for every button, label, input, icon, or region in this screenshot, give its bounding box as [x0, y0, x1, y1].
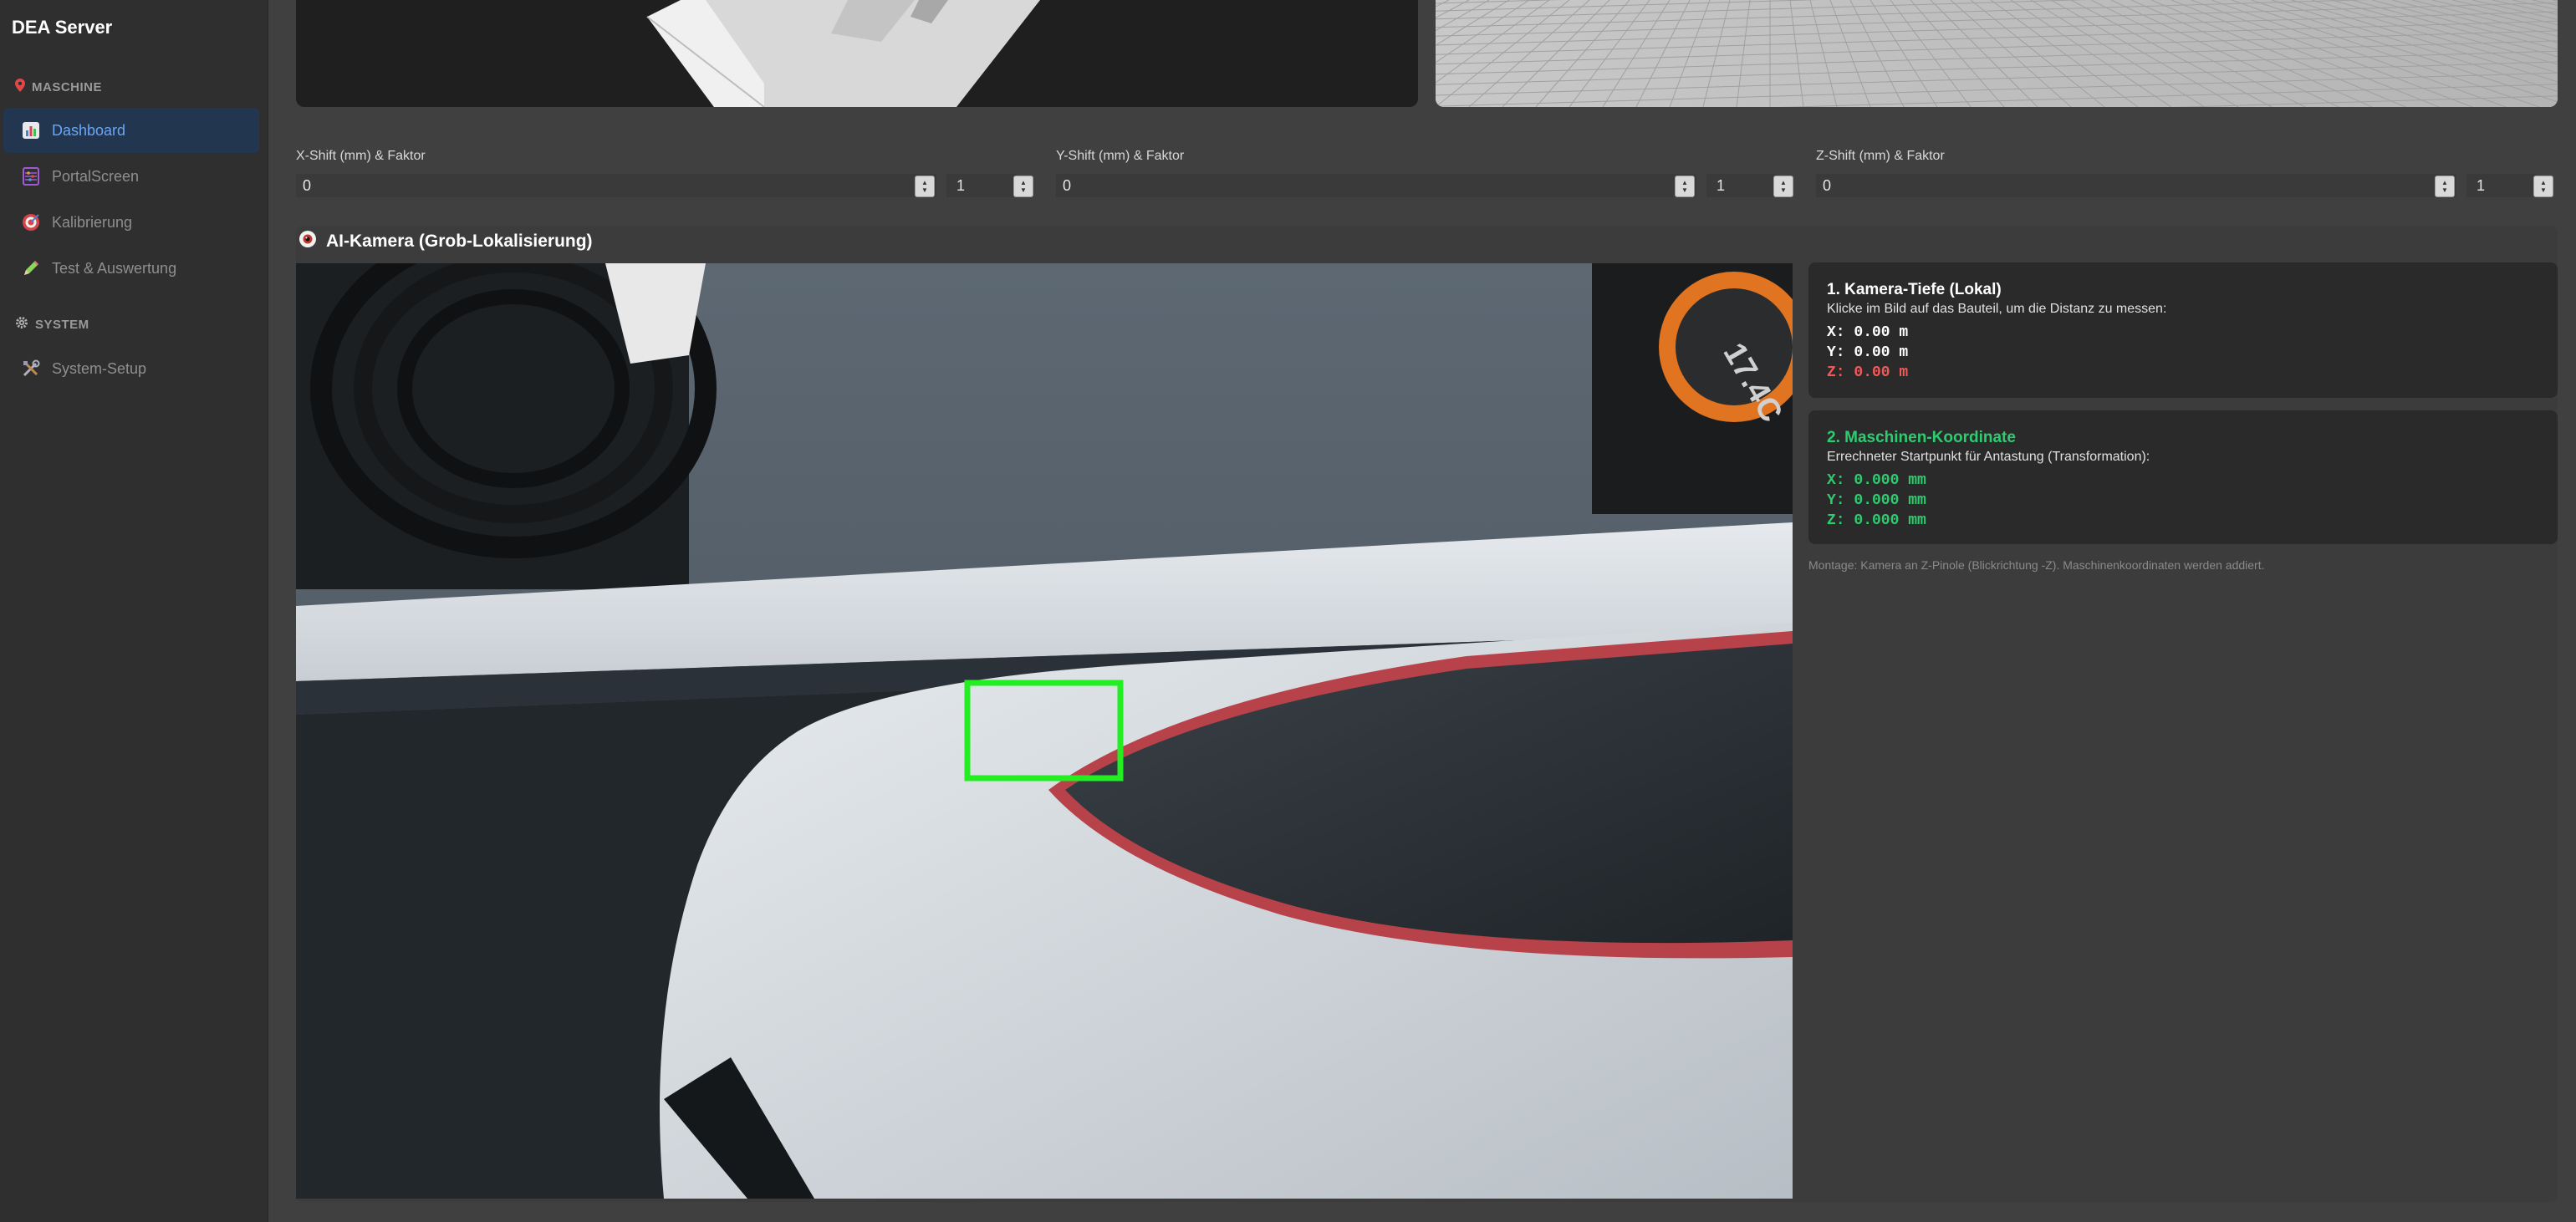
sidebar-item-label: Kalibrierung [52, 213, 133, 231]
tools-icon [22, 359, 40, 378]
camera-title: AI-Kamera (Grob-Lokalisierung) [298, 229, 593, 254]
gear-icon [15, 316, 28, 333]
machine-card-title: 2. Maschinen-Koordinate [1827, 429, 2016, 446]
y-factor-input[interactable] [1706, 174, 1777, 197]
machine-z-value: Z: 0.000 mm [1827, 512, 1926, 529]
eye-icon [298, 229, 318, 254]
sidebar-item-label: PortalScreen [52, 167, 140, 185]
y-factor-stepper[interactable]: ▲ ▼ [1773, 176, 1793, 197]
chart-icon [22, 121, 40, 140]
mounting-note: Montage: Kamera an Z-Pinole (Blickrichtu… [1808, 558, 2265, 572]
section-maschine: MASCHINE [15, 76, 102, 98]
x-factor-input[interactable] [946, 174, 1017, 197]
y-shift-stepper[interactable]: ▲ ▼ [1675, 176, 1695, 197]
model-viewer-left[interactable] [296, 0, 1418, 107]
y-shift-group: Y-Shift (mm) & Faktor ▲▼ ▲▼ [1056, 149, 1793, 204]
machine-x-value: X: 0.000 mm [1827, 472, 1926, 489]
sidebar-item-portalscreen[interactable]: PortalScreen [3, 154, 259, 199]
machine-coordinate-card: 2. Maschinen-Koordinate Errechneter Star… [1808, 410, 2558, 544]
sidebar-item-label: Test & Auswertung [52, 259, 177, 277]
machine-card-description: Errechneter Startpunkt für Antastung (Tr… [1827, 450, 2150, 464]
sidebar-item-label: System-Setup [52, 359, 147, 377]
z-shift-stepper[interactable]: ▲ ▼ [2435, 176, 2455, 197]
grid-render [1436, 0, 2558, 107]
sidebar-item-kalibrierung[interactable]: Kalibrierung [3, 200, 259, 245]
sidebar-item-label: Dashboard [52, 121, 126, 139]
x-shift-input[interactable] [296, 174, 936, 197]
section-label: SYSTEM [35, 317, 89, 332]
x-shift-label: X-Shift (mm) & Faktor [296, 149, 426, 163]
camera-depth-card: 1. Kamera-Tiefe (Lokal) Klicke im Bild a… [1808, 262, 2558, 398]
z-factor-input[interactable] [2466, 174, 2537, 197]
pin-icon [15, 79, 25, 95]
x-shift-group: X-Shift (mm) & Faktor ▲▼ ▲▼ [296, 149, 1033, 204]
sidebar: DEA Server MASCHINE Dashboard PortalScre… [0, 0, 268, 1222]
z-shift-input[interactable] [1816, 174, 2456, 197]
app-title: DEA Server [12, 17, 113, 38]
section-system: SYSTEM [15, 313, 89, 335]
depth-y-value: Y: 0.00 m [1827, 344, 1909, 361]
model-viewer-right[interactable] [1436, 0, 2558, 107]
camera-title-text: AI-Kamera (Grob-Lokalisierung) [326, 232, 593, 251]
depth-card-title: 1. Kamera-Tiefe (Lokal) [1827, 281, 2002, 298]
depth-x-value: X: 0.00 m [1827, 324, 1909, 341]
x-factor-stepper[interactable]: ▲ ▼ [1013, 176, 1033, 197]
abacus-icon [22, 167, 40, 186]
sidebar-item-test-auswertung[interactable]: Test & Auswertung [3, 246, 259, 291]
y-shift-input[interactable] [1056, 174, 1696, 197]
machine-y-value: Y: 0.000 mm [1827, 492, 1926, 509]
depth-card-description: Klicke im Bild auf das Bauteil, um die D… [1827, 302, 2167, 316]
camera-scene: 17.4C [296, 263, 1793, 1199]
sidebar-item-system-setup[interactable]: System-Setup [3, 346, 259, 391]
model-render [646, 0, 1040, 107]
target-icon [22, 213, 40, 232]
y-shift-label: Y-Shift (mm) & Faktor [1056, 149, 1185, 163]
sidebar-item-dashboard[interactable]: Dashboard [3, 108, 259, 153]
depth-z-value: Z: 0.00 m [1827, 364, 1909, 381]
pencil-icon [22, 259, 40, 277]
x-shift-stepper[interactable]: ▲ ▼ [915, 176, 935, 197]
section-label: MASCHINE [32, 79, 103, 94]
z-shift-label: Z-Shift (mm) & Faktor [1816, 149, 1945, 163]
z-shift-group: Z-Shift (mm) & Faktor ▲▼ ▲▼ [1816, 149, 2553, 204]
camera-feed[interactable]: 17.4C [296, 263, 1793, 1199]
z-factor-stepper[interactable]: ▲ ▼ [2533, 176, 2553, 197]
